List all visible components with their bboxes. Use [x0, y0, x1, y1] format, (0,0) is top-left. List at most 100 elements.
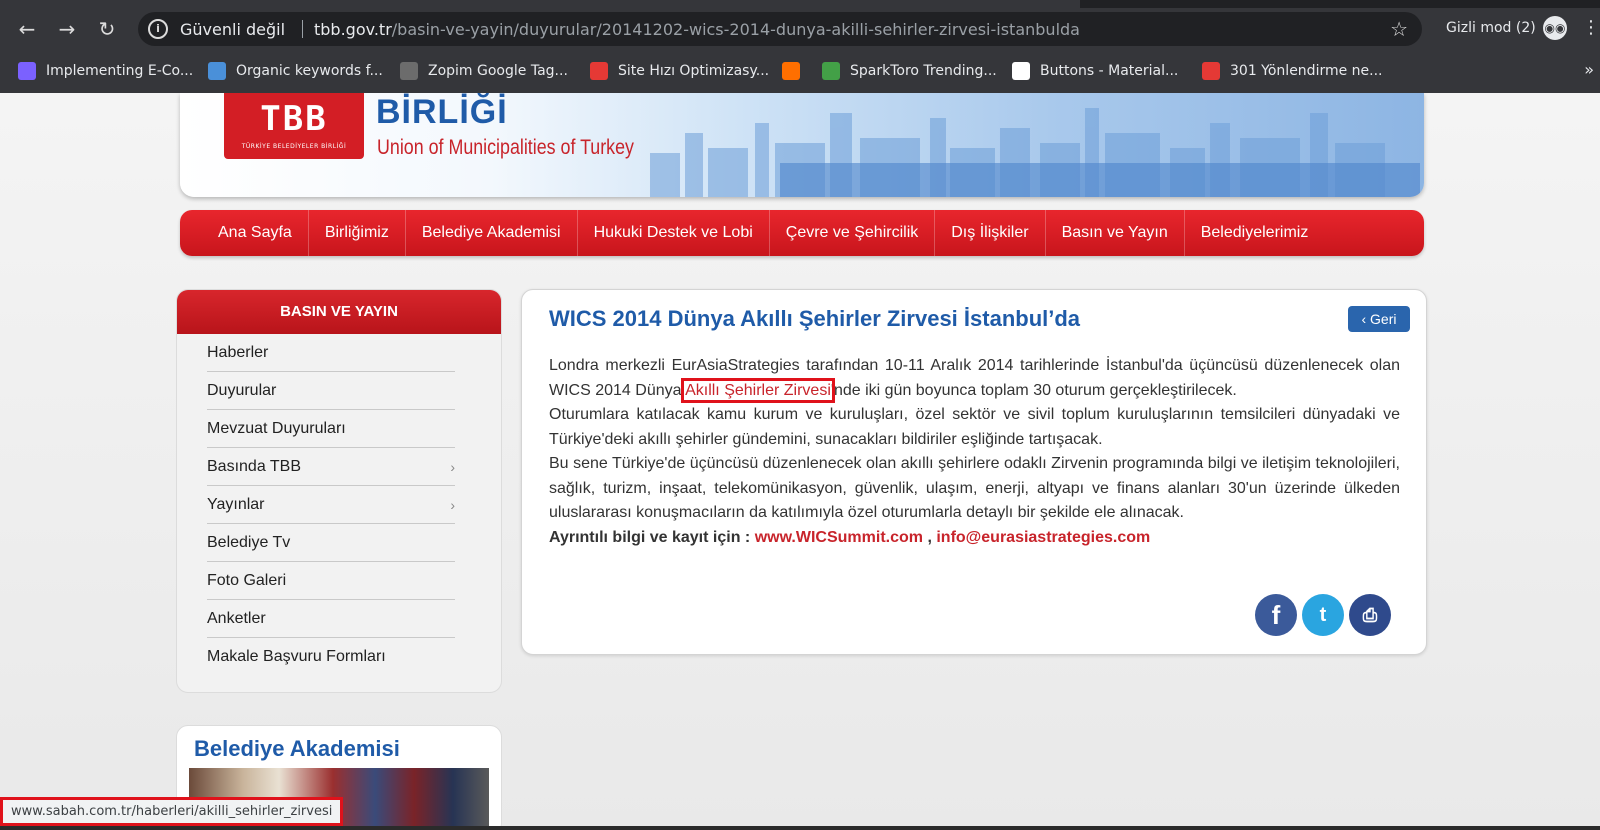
sidebar-item[interactable]: Mevzuat Duyuruları: [207, 410, 455, 448]
academy-title[interactable]: Belediye Akademisi: [194, 736, 400, 762]
bookmarks-bar: Implementing E-Co... Organic keywords f..…: [0, 52, 1600, 90]
facebook-icon[interactable]: f: [1255, 594, 1297, 636]
bookmarks-overflow-icon[interactable]: »: [1584, 60, 1594, 79]
browser-toolbar: ← → ↻ i Güvenli değil tbb.gov.tr/basin-v…: [0, 8, 1600, 50]
web-page: TBB TÜRKİYE BELEDİYELER BİRLİĞİ BİRLİĞİ …: [0, 93, 1600, 830]
nav-item[interactable]: Basın ve Yayın: [1046, 210, 1185, 256]
bookmark-item[interactable]: [782, 60, 810, 82]
sidebar-item[interactable]: Yayınlar ›: [207, 486, 455, 524]
sidebar-item-label: Basında TBB: [207, 458, 301, 475]
skyline-illustration: [650, 108, 1420, 197]
bookmark-favicon-icon: [18, 62, 36, 80]
address-bar[interactable]: i Güvenli değil tbb.gov.tr/basin-ve-yayi…: [138, 12, 1422, 46]
bookmark-label: SparkToro Trending...: [850, 63, 997, 79]
bookmark-label: Zopim Google Tag...: [428, 63, 568, 79]
bookmark-favicon-icon: [208, 62, 226, 80]
bookmark-item[interactable]: Site Hızı Optimizasy...: [590, 60, 769, 82]
nav-item[interactable]: Belediyelerimiz: [1185, 210, 1325, 256]
nav-item[interactable]: Ana Sayfa: [202, 210, 309, 256]
bookmark-label: Site Hızı Optimizasy...: [618, 63, 770, 79]
p1-text-after: 'nde iki gün boyunca toplam 30 oturum ge…: [830, 381, 1237, 399]
email-link[interactable]: info@eurasiastrategies.com: [936, 529, 1150, 546]
nav-item[interactable]: Birliğimiz: [309, 210, 406, 256]
sidebar-list: Haberler Duyurular Mevzuat Duyuruları Basın…: [177, 334, 501, 676]
sidebar-item[interactable]: Belediye Tv: [207, 524, 455, 562]
wics-site-link[interactable]: www.WICSummit.com: [755, 529, 923, 546]
bookmark-item[interactable]: Zopim Google Tag...: [400, 60, 568, 82]
sidebar-item-label: Anketler: [207, 610, 266, 627]
bookmark-item[interactable]: Organic keywords f...: [208, 60, 383, 82]
url-path: /basin-ve-yayin/duyurular/20141202-wics-…: [391, 20, 1080, 39]
bookmark-favicon-icon: [782, 62, 800, 80]
bookmark-label: Organic keywords f...: [236, 63, 383, 79]
back-icon[interactable]: ←: [14, 16, 40, 42]
bookmark-label: Implementing E-Co...: [46, 63, 194, 79]
url-host: tbb.gov.tr: [314, 20, 392, 39]
bookmark-label: 301 Yönlendirme ne...: [1230, 63, 1383, 79]
logo-subtext: TÜRKİYE BELEDİYELER BİRLİĞİ: [241, 143, 347, 150]
info-label: Ayrıntılı bilgi ve kayıt için :: [549, 528, 755, 546]
bookmark-item[interactable]: Buttons - Material...: [1012, 60, 1178, 82]
nav-item[interactable]: Çevre ve Şehircilik: [770, 210, 936, 256]
bookmark-favicon-icon: [1012, 62, 1030, 80]
article-title: WICS 2014 Dünya Akıllı Şehirler Zirvesi …: [549, 306, 1081, 331]
article-paragraph-2: Oturumlara katılacak kamu kurum ve kurul…: [549, 406, 1400, 448]
main-nav-list: Ana Sayfa Birliğimiz Belediye Akademisi Huk…: [202, 210, 1324, 256]
nav-item[interactable]: Hukuki Destek ve Lobi: [578, 210, 770, 256]
nav-item[interactable]: Belediye Akademisi: [406, 210, 578, 256]
status-bar-url: www.sabah.com.tr/haberleri/akilli_sehirl…: [0, 797, 344, 826]
bookmark-favicon-icon: [822, 62, 840, 80]
article-card: WICS 2014 Dünya Akıllı Şehirler Zirvesi …: [521, 289, 1427, 655]
bookmark-label: Buttons - Material...: [1040, 63, 1179, 79]
back-button[interactable]: ‹ Geri: [1348, 306, 1410, 332]
sidebar-item[interactable]: Foto Galeri: [207, 562, 455, 600]
chevron-right-icon: ›: [450, 497, 455, 513]
sidebar-menu: BASIN VE YAYIN Haberler Duyurular Mevzuat …: [176, 289, 502, 693]
tab-strip: [0, 0, 1600, 8]
incognito-icon[interactable]: ◉◉: [1543, 16, 1567, 40]
sidebar-item[interactable]: Anketler: [207, 600, 455, 638]
article-paragraph-1: Londra merkezli EurAsiaStrategies tarafı…: [549, 354, 1400, 403]
menu-icon[interactable]: ⋮: [1582, 16, 1600, 40]
twitter-icon[interactable]: t: [1302, 594, 1344, 636]
info-icon[interactable]: i: [148, 19, 168, 39]
article-info-line: Ayrıntılı bilgi ve kayıt için : www.WICS…: [549, 526, 1400, 551]
chevron-right-icon: ›: [450, 459, 455, 475]
sidebar-item[interactable]: Basında TBB ›: [207, 448, 455, 486]
logo-text: TBB: [260, 99, 328, 139]
article-body: Londra merkezli EurAsiaStrategies tarafı…: [549, 354, 1400, 550]
main-navigation: Ana Sayfa Birliğimiz Belediye Akademisi Huk…: [180, 210, 1424, 256]
browser-chrome: ← → ↻ i Güvenli değil tbb.gov.tr/basin-v…: [0, 0, 1600, 93]
sidebar-item-label: Foto Galeri: [207, 572, 287, 589]
link-separator: ,: [923, 528, 937, 546]
sidebar-item[interactable]: Makale Başvuru Formları: [207, 638, 455, 676]
summit-link[interactable]: Akıllı Şehirler Zirvesi: [681, 377, 835, 403]
bookmark-item[interactable]: SparkToro Trending...: [822, 60, 997, 82]
active-tab[interactable]: [0, 0, 1080, 8]
omnibox-separator: [302, 20, 303, 38]
nav-item[interactable]: Dış İlişkiler: [935, 210, 1046, 256]
chevron-left-icon: ‹: [1361, 311, 1371, 327]
print-icon[interactable]: ⎙: [1349, 594, 1391, 636]
sidebar-item-label: Belediye Tv: [207, 534, 291, 551]
taskbar-edge: [0, 826, 1600, 830]
org-name: BİRLİĞİ: [376, 93, 508, 131]
bookmark-star-icon[interactable]: ☆: [1390, 17, 1408, 41]
incognito-label[interactable]: Gizli mod (2): [1446, 20, 1536, 36]
sidebar-item-label: Duyurular: [207, 382, 277, 399]
org-subtitle: Union of Municipalities of Turkey: [377, 136, 634, 159]
sidebar-item-label: Haberler: [207, 344, 269, 361]
sidebar-item[interactable]: Haberler: [207, 334, 455, 372]
sidebar-item[interactable]: Duyurular: [207, 372, 455, 410]
bookmark-item[interactable]: Implementing E-Co...: [18, 60, 193, 82]
tbb-logo[interactable]: TBB TÜRKİYE BELEDİYELER BİRLİĞİ: [224, 93, 364, 159]
article-paragraph-3: Bu sene Türkiye'de üçüncüsü düzenlenecek…: [549, 455, 1400, 521]
reload-icon[interactable]: ↻: [94, 16, 120, 42]
sidebar-item-label: Makale Başvuru Formları: [207, 648, 386, 665]
url-text[interactable]: tbb.gov.tr/basin-ve-yayin/duyurular/2014…: [314, 20, 1080, 39]
forward-icon[interactable]: →: [54, 16, 80, 42]
bookmark-item[interactable]: 301 Yönlendirme ne...: [1202, 60, 1383, 82]
sidebar-item-label: Mevzuat Duyuruları: [207, 420, 346, 437]
bookmark-favicon-icon: [400, 62, 418, 80]
security-label[interactable]: Güvenli değil: [180, 20, 285, 39]
